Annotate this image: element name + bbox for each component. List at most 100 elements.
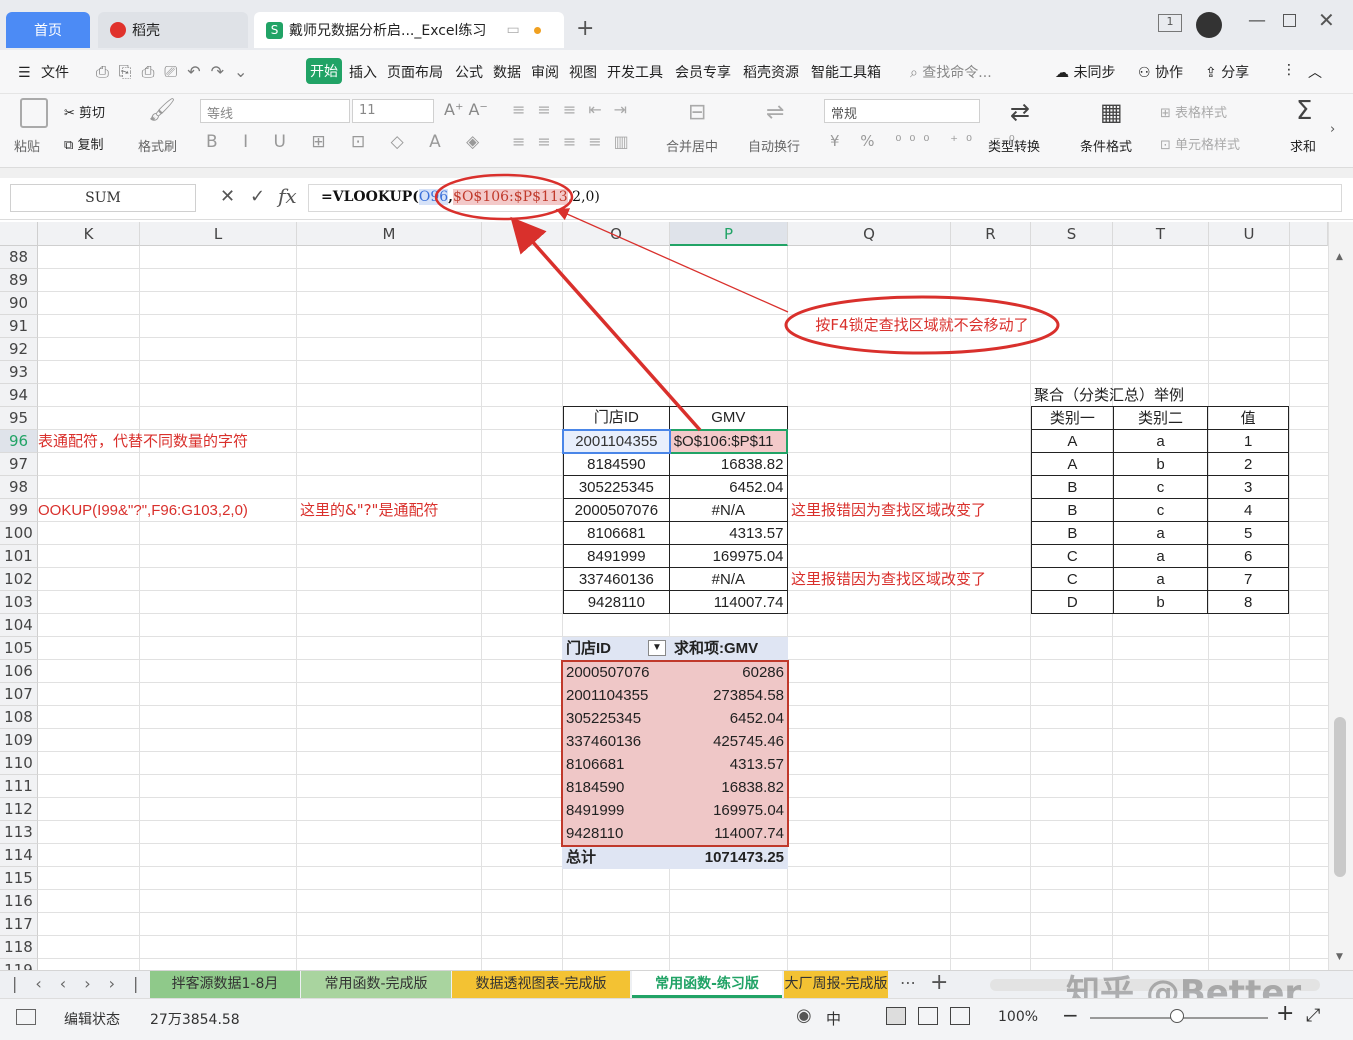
eye-protection-icon[interactable]: ◉ [796, 1005, 812, 1026]
table-cell[interactable]: 1 [1207, 429, 1289, 453]
table-cell[interactable]: 6452.04 [669, 475, 788, 499]
column-header[interactable]: U [1209, 222, 1290, 246]
pivot-cell[interactable]: 425745.46 [670, 730, 788, 753]
row-header[interactable]: 94 [0, 384, 38, 407]
row-header[interactable]: 116 [0, 890, 38, 913]
pivot-cell[interactable]: 273854.58 [670, 684, 788, 707]
number-format-select[interactable]: 常规 [824, 99, 980, 123]
scroll-down-icon[interactable]: ▼ [1336, 952, 1343, 962]
pivot-cell[interactable]: 2000507076 [562, 661, 670, 685]
table-cell[interactable]: #N/A [669, 567, 788, 591]
row-header[interactable]: 114 [0, 844, 38, 867]
row-header[interactable]: 92 [0, 338, 38, 361]
zoom-level[interactable]: 100% [998, 1009, 1038, 1025]
pivot-cell[interactable]: 337460136 [562, 730, 670, 753]
command-search[interactable]: ⌕ 查找命令... [910, 62, 992, 82]
row-header[interactable]: 106 [0, 660, 38, 683]
wrap-text-button[interactable]: 自动换行 [748, 136, 800, 155]
row-header[interactable]: 101 [0, 545, 38, 568]
sheet-tab-functions-done[interactable]: 常用函数-完成版 [301, 971, 451, 998]
page-break-view-icon[interactable] [950, 1007, 970, 1025]
vertical-scrollbar[interactable]: ▲ ▼ [1328, 222, 1353, 970]
merge-center-icon[interactable]: ⊟ [688, 100, 706, 125]
table-cell[interactable]: B [1031, 475, 1114, 499]
row-header[interactable]: 119 [0, 959, 38, 970]
table-cell[interactable]: 114007.74 [669, 590, 788, 614]
pivot-cell[interactable]: 169975.04 [670, 799, 788, 822]
row-header[interactable]: 112 [0, 798, 38, 821]
table-cell[interactable]: 8184590 [562, 452, 671, 476]
pivot-cell[interactable]: 16838.82 [670, 776, 788, 799]
column-header[interactable]: M [297, 222, 482, 246]
cell-k96[interactable]: 表通配符，代替不同数量的字符 [38, 430, 298, 453]
sheet-nav-icons[interactable]: |‹‹››| [12, 974, 156, 993]
spreadsheet-grid[interactable]: KLMNOPQRSTU 88 89 90 91 92 93 94 95 96 97 98 99 100 1… [0, 222, 1328, 970]
format-painter-button[interactable]: 格式刷 [138, 136, 177, 155]
table-cell[interactable]: 6 [1207, 544, 1289, 568]
sum-icon[interactable]: Σ [1296, 96, 1312, 126]
table-cell[interactable]: A [1031, 429, 1114, 453]
table-cell[interactable]: a [1112, 567, 1209, 591]
tab-home[interactable]: 首页 [6, 12, 90, 48]
table-cell[interactable]: #N/A [669, 498, 788, 522]
collapse-ribbon-icon[interactable]: ︿ [1308, 62, 1322, 82]
pivot-total-value[interactable]: 1071473.25 [670, 845, 788, 869]
filter-dropdown-icon[interactable]: ▼ [648, 640, 666, 656]
table-header-cell[interactable]: GMV [669, 406, 788, 430]
pivot-header-cell[interactable]: 求和项:GMV [670, 637, 788, 661]
zoom-slider-thumb[interactable] [1170, 1009, 1184, 1023]
row-header[interactable]: 113 [0, 821, 38, 844]
row-header[interactable]: 104 [0, 614, 38, 637]
row-header[interactable]: 96 [0, 430, 38, 453]
pivot-cell[interactable]: 60286 [670, 661, 788, 685]
row-header[interactable]: 105 [0, 637, 38, 660]
row-header[interactable]: 107 [0, 683, 38, 706]
menu-home[interactable]: 开始 [306, 58, 342, 84]
font-grow-icon[interactable]: A⁺ A⁻ [444, 100, 488, 119]
more-sheets-icon[interactable]: ⋯ [900, 973, 916, 992]
table-cell[interactable]: b [1112, 452, 1209, 476]
merge-center-button[interactable]: 合并居中 [666, 136, 718, 155]
table-cell[interactable]: 2001104355 [562, 428, 671, 454]
row-header[interactable]: 97 [0, 453, 38, 476]
column-header[interactable]: K [38, 222, 140, 246]
table-cell[interactable]: 9428110 [562, 590, 671, 614]
insert-function-icon[interactable]: fx [278, 184, 297, 208]
table-header-cell[interactable]: 门店ID [562, 406, 671, 430]
table-cell[interactable]: B [1031, 498, 1114, 522]
ribbon-scroll-right-icon[interactable]: › [1330, 122, 1335, 137]
collab-button[interactable]: ⚇ 协作 [1138, 62, 1183, 82]
menu-member[interactable]: 会员专享 [675, 62, 731, 82]
minimize-icon[interactable]: — [1248, 10, 1266, 31]
table-header-cell[interactable]: 类别一 [1031, 406, 1114, 430]
row-header[interactable]: 99 [0, 499, 38, 522]
tab-daoke[interactable]: 稻壳 [98, 12, 248, 48]
table-cell[interactable]: 5 [1207, 521, 1289, 545]
row-header[interactable]: 90 [0, 292, 38, 315]
pivot-cell[interactable]: 9428110 [562, 822, 670, 846]
pivot-total-label[interactable]: 总计 [562, 845, 670, 869]
pivot-header-cell[interactable]: 门店ID ▼ [562, 637, 670, 661]
menu-formulas[interactable]: 公式 [455, 62, 483, 82]
table-cell[interactable]: 7 [1207, 567, 1289, 591]
macro-record-icon[interactable] [16, 1009, 36, 1025]
menu-smart-tools[interactable]: 智能工具箱 [811, 62, 881, 82]
row-header[interactable]: 91 [0, 315, 38, 338]
menu-page-layout[interactable]: 页面布局 [387, 62, 443, 82]
status-sum-value[interactable]: 27万3854.58 [150, 1009, 240, 1029]
share-button[interactable]: ⇪ 分享 [1205, 62, 1249, 82]
column-header[interactable]: L [140, 222, 297, 246]
file-menu[interactable]: ☰ 文件 [18, 62, 69, 82]
menu-daoke-resources[interactable]: 稻壳资源 [743, 62, 799, 82]
font-size-select[interactable]: 11 [352, 99, 434, 123]
formula-input[interactable]: =VLOOKUP(O96,$O$106:$P$113,2,0) [308, 184, 1342, 212]
align-icons[interactable]: ≡≡≡⇤⇥ [512, 100, 639, 119]
sheet-tab-pivot-done[interactable]: 数据透视图表-完成版 [452, 971, 630, 998]
pivot-cell[interactable]: 6452.04 [670, 707, 788, 730]
row-header[interactable]: 102 [0, 568, 38, 591]
cond-format-icon[interactable]: ▦ [1100, 98, 1123, 126]
table-cell[interactable]: a [1112, 521, 1209, 545]
sum-button[interactable]: 求和 [1290, 136, 1316, 155]
zoom-in-icon[interactable]: + [1276, 1001, 1294, 1026]
more-icon[interactable]: ⋮ [1282, 62, 1296, 78]
